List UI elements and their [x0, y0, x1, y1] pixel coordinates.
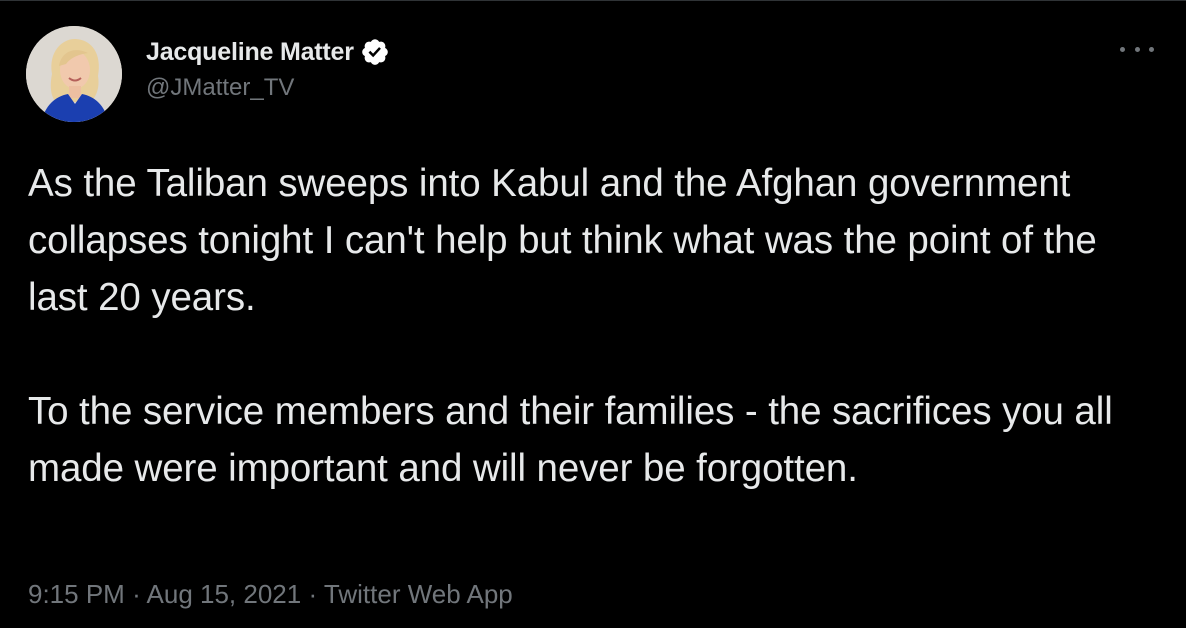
more-dot-icon: [1120, 46, 1125, 52]
more-options-icon[interactable]: [1120, 39, 1154, 59]
more-dot-icon: [1134, 46, 1140, 52]
tweet-date[interactable]: Aug 15, 2021: [147, 579, 302, 609]
avatar[interactable]: [26, 26, 122, 122]
tweet-time[interactable]: 9:15 PM: [28, 579, 125, 609]
profile-photo-icon: [26, 26, 122, 122]
tweet-paragraph: To the service members and their familie…: [28, 390, 1113, 490]
verified-badge-icon: [360, 37, 390, 67]
tweet-meta: 9:15 PM · Aug 15, 2021 · Twitter Web App: [28, 579, 513, 610]
name-row: Jacqueline Matter: [146, 35, 390, 69]
tweet-text: As the Taliban sweeps into Kabul and the…: [28, 155, 1148, 497]
tweet-paragraph: As the Taliban sweeps into Kabul and the…: [28, 162, 1097, 319]
meta-separator: ·: [308, 579, 318, 609]
author-handle[interactable]: @JMatter_TV: [146, 74, 390, 102]
more-dot-icon: [1149, 46, 1154, 52]
tweet-source[interactable]: Twitter Web App: [324, 579, 513, 609]
tweet-card: Jacqueline Matter @JMatter_TV As the Tal…: [0, 0, 1186, 628]
author-block: Jacqueline Matter @JMatter_TV: [146, 35, 390, 102]
display-name[interactable]: Jacqueline Matter: [146, 38, 354, 67]
meta-separator: ·: [132, 579, 141, 609]
